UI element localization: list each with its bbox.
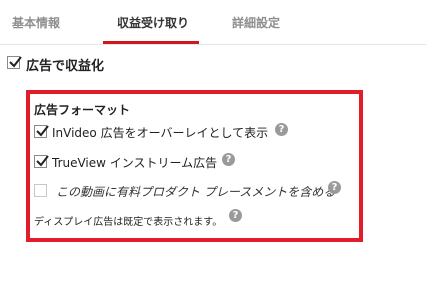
paid-product-placement-checkbox[interactable] (34, 184, 47, 197)
invideo-overlay-label: InVideo 広告をオーバーレイとして表示 (52, 126, 269, 140)
checkmark-icon (36, 155, 49, 167)
help-icon[interactable]: ? (222, 153, 235, 166)
trueview-instream-label: TrueView インストリーム広告 (52, 156, 218, 170)
help-icon[interactable]: ? (229, 209, 242, 222)
help-icon[interactable]: ? (328, 181, 341, 194)
display-ads-note: ディスプレイ広告は既定で表示されます。 (34, 217, 223, 228)
invideo-overlay-checkbox[interactable] (34, 125, 49, 138)
checkmark-icon (36, 125, 49, 137)
ad-formats-title: 広告フォーマット (34, 103, 131, 117)
tab-basic-info[interactable]: 基本情報 (12, 14, 60, 31)
paid-product-placement-label: この動画に有料プロダクト プレースメントを含める (56, 185, 336, 199)
tab-monetization[interactable]: 収益受け取り (117, 14, 189, 31)
tab-bar: 基本情報 収益受け取り 詳細設定 (0, 0, 426, 45)
trueview-instream-checkbox[interactable] (34, 155, 49, 168)
active-tab-indicator (103, 41, 199, 44)
monetize-label: 広告で収益化 (26, 59, 105, 74)
monetize-checkbox[interactable] (7, 56, 22, 69)
help-icon[interactable]: ? (275, 123, 288, 136)
checkmark-icon (9, 56, 22, 68)
tab-advanced-settings[interactable]: 詳細設定 (232, 14, 280, 31)
